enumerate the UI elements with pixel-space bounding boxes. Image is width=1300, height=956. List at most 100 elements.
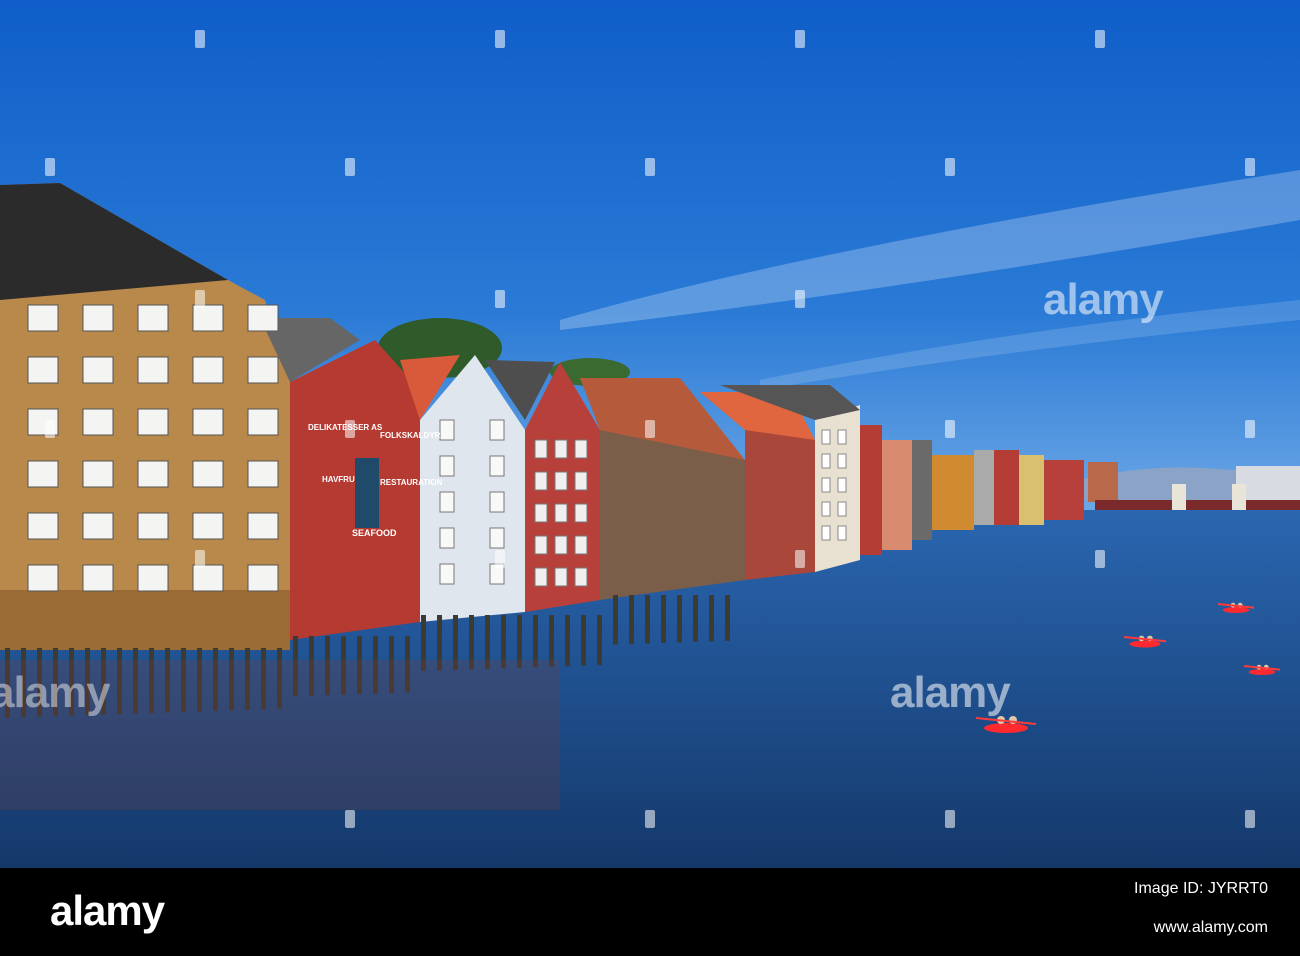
warehouse-distant (974, 450, 994, 525)
window (27, 460, 59, 488)
piling (565, 615, 570, 667)
window (82, 564, 114, 592)
piling (661, 595, 666, 643)
piling (709, 595, 714, 642)
warehouse-distant (860, 425, 882, 555)
piling (693, 595, 698, 642)
window (137, 304, 169, 332)
kayak (1248, 669, 1276, 675)
warehouse-distant (994, 450, 1019, 525)
window (837, 501, 847, 517)
window (554, 471, 568, 491)
bridge (1095, 500, 1300, 510)
photo-frame: DELIKATESSER AS FOLKSKALDYR HAVFRUEN RES… (0, 0, 1300, 956)
piling (677, 595, 682, 643)
window (82, 512, 114, 540)
window (247, 356, 279, 384)
piling (725, 595, 730, 641)
sign-deli: DELIKATESSER AS (308, 423, 383, 432)
banner (355, 458, 379, 528)
window (534, 439, 548, 459)
window (821, 501, 831, 517)
window (821, 525, 831, 541)
water-reflection (0, 660, 560, 810)
window (439, 455, 455, 477)
window (489, 563, 505, 585)
window (439, 491, 455, 513)
window (534, 535, 548, 555)
window (574, 503, 588, 523)
window (247, 304, 279, 332)
window (837, 477, 847, 493)
window (192, 356, 224, 384)
window (192, 564, 224, 592)
window (439, 563, 455, 585)
window (192, 408, 224, 436)
warehouse-distant (932, 455, 974, 530)
window (534, 471, 548, 491)
window (489, 419, 505, 441)
window (821, 453, 831, 469)
window (574, 567, 588, 587)
window (489, 455, 505, 477)
window (192, 304, 224, 332)
site-url: www.alamy.com (1153, 919, 1268, 936)
window (27, 564, 59, 592)
window (137, 512, 169, 540)
window (82, 408, 114, 436)
window (137, 564, 169, 592)
sign-restaurant: RESTAURATION (380, 478, 443, 487)
window (439, 419, 455, 441)
window (82, 356, 114, 384)
window (837, 525, 847, 541)
far-building (1088, 462, 1118, 502)
window (837, 429, 847, 445)
warehouse-distant (1019, 455, 1044, 525)
piling (533, 615, 538, 668)
window (554, 439, 568, 459)
window (534, 503, 548, 523)
alamy-logo: alamy (50, 887, 165, 934)
window (82, 460, 114, 488)
river-warehouses-photo: DELIKATESSER AS FOLKSKALDYR HAVFRUEN RES… (0, 0, 1300, 868)
window (489, 527, 505, 549)
warehouse-distant (912, 440, 932, 540)
piling (597, 615, 602, 666)
window (554, 567, 568, 587)
piling (629, 595, 634, 645)
kayak (984, 723, 1028, 733)
piling (549, 615, 554, 667)
piling (517, 615, 522, 668)
image-id: Image ID: JYRRT0 (1134, 880, 1268, 897)
window (27, 356, 59, 384)
window (489, 491, 505, 513)
window (247, 512, 279, 540)
piling (645, 595, 650, 644)
window (439, 527, 455, 549)
window (574, 535, 588, 555)
piling (613, 595, 618, 645)
window (247, 460, 279, 488)
window (554, 535, 568, 555)
window (192, 460, 224, 488)
window (137, 408, 169, 436)
window (821, 477, 831, 493)
kayak (1222, 607, 1250, 613)
bridge-tower (1232, 484, 1246, 512)
bridge-tower (1172, 484, 1186, 512)
window (574, 471, 588, 491)
kayak (1129, 640, 1161, 648)
window (534, 567, 548, 587)
sign-folk: FOLKSKALDYR (380, 431, 441, 440)
window (27, 512, 59, 540)
piling (581, 615, 586, 666)
sign-seafood: SEAFOOD (352, 528, 397, 538)
window (821, 429, 831, 445)
warehouse-distant (882, 440, 912, 550)
window (192, 512, 224, 540)
window (837, 453, 847, 469)
window (137, 460, 169, 488)
window (247, 564, 279, 592)
window (137, 356, 169, 384)
warehouse-distant (1044, 460, 1084, 520)
